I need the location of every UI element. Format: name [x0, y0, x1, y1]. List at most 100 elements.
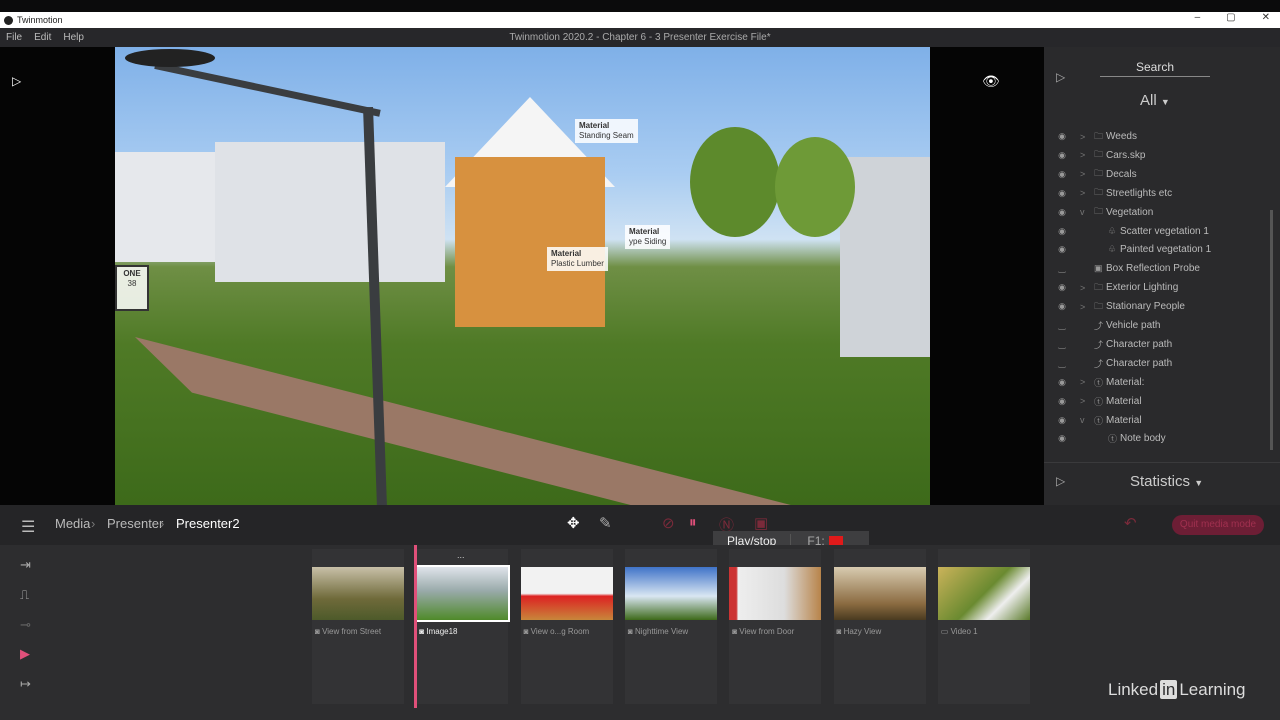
expand-chevron-icon[interactable]: v	[1080, 207, 1094, 217]
presenter-icon[interactable]: ▶	[20, 646, 30, 662]
eye-icon[interactable]: ◉	[1044, 244, 1080, 255]
expand-chevron-icon[interactable]: >	[1080, 150, 1094, 160]
viewport-letterbox-left	[0, 47, 115, 505]
import-icon[interactable]: ⇥	[20, 557, 31, 573]
hamburger-menu-icon[interactable]: ☰	[21, 517, 35, 537]
eye-icon[interactable]: ◉	[1044, 396, 1080, 407]
linkedin-learning-logo: Linked in Learning	[1108, 680, 1246, 699]
eye-closed-icon[interactable]: ‿	[1044, 339, 1080, 350]
media-thumbnail[interactable]	[414, 565, 511, 622]
scrollbar[interactable]	[1270, 210, 1273, 450]
breadcrumb-presenter2[interactable]: Presenter2	[176, 516, 240, 531]
eye-icon[interactable]: ◉	[1044, 226, 1080, 237]
eye-closed-icon[interactable]: ‿	[1044, 320, 1080, 331]
search-input[interactable]: Search	[1100, 60, 1210, 77]
undo-icon[interactable]: ↶	[1124, 514, 1137, 532]
scene-item[interactable]: ◉ v 🗀 Vegetation	[1044, 203, 1264, 222]
media-thumbnail[interactable]	[312, 567, 404, 620]
eye-closed-icon[interactable]: ‿	[1044, 263, 1080, 274]
scene-item-label: Character path	[1106, 357, 1173, 369]
media-thumbnail[interactable]	[520, 567, 613, 620]
export-icon[interactable]: ↦	[20, 676, 31, 692]
close-button[interactable]: ✕	[1262, 12, 1270, 23]
eye-icon[interactable]: ◉	[1044, 282, 1080, 293]
street-sign: ONE 38	[115, 265, 149, 311]
material-annotation[interactable]: Material ype Siding	[625, 225, 671, 249]
eye-icon[interactable]: ◉	[1044, 415, 1080, 426]
material-annotation[interactable]: Material Plastic Lumber	[547, 247, 608, 271]
scene-item[interactable]: ◉ > 🗀 Weeds	[1044, 127, 1264, 146]
folder-icon: 🗀	[1094, 187, 1104, 198]
expand-chevron-icon[interactable]: >	[1080, 396, 1094, 406]
expand-chevron-icon[interactable]: >	[1080, 302, 1094, 312]
edit-pencil-icon[interactable]: ✎	[599, 514, 612, 532]
scene-item[interactable]: ◉ > ⓣ Material	[1044, 392, 1264, 411]
scene-item-label: Material	[1106, 414, 1142, 426]
media-label: Hazy View	[843, 627, 882, 636]
scene-item[interactable]: ◉ > 🗀 Cars.skp	[1044, 146, 1264, 165]
minimize-button[interactable]: –	[1195, 12, 1201, 23]
scene-item-label: Stationary People	[1106, 301, 1185, 313]
scene-item[interactable]: ◉ ⓣ Note body	[1044, 429, 1264, 448]
eye-icon[interactable]: ◉	[1044, 169, 1080, 180]
scene-item[interactable]: ‿ ⤴ Character path	[1044, 354, 1264, 373]
expand-chevron-icon[interactable]: v	[1080, 415, 1094, 425]
scene-item[interactable]: ◉ v ⓣ Material	[1044, 411, 1264, 430]
media-label: View from Door	[739, 627, 795, 636]
eye-icon[interactable]: ◉	[1044, 377, 1080, 388]
expand-chevron-icon[interactable]: >	[1080, 188, 1094, 198]
scene-item[interactable]: ‿ ⤴ Character path	[1044, 335, 1264, 354]
breadcrumb-presenter[interactable]: Presenter	[107, 516, 163, 531]
scene-item-label: Scatter vegetation 1	[1120, 225, 1209, 237]
scene-item-label: Decals	[1106, 168, 1137, 180]
scene-item[interactable]: ‿ ▣ Box Reflection Probe	[1044, 259, 1264, 278]
visibility-eye-icon[interactable]: 👁	[982, 73, 1000, 90]
filter-dropdown[interactable]: All ▼	[1140, 92, 1170, 109]
folder-icon: 🗀	[1094, 300, 1104, 311]
scene-item[interactable]: ◉ ♧ Painted vegetation 1	[1044, 240, 1264, 259]
scene-item[interactable]: ◉ > 🗀 Decals	[1044, 165, 1264, 184]
scene-item[interactable]: ◉ > 🗀 Streetlights etc	[1044, 184, 1264, 203]
eye-closed-icon[interactable]: ‿	[1044, 358, 1080, 369]
scene-item-label: Weeds	[1106, 131, 1137, 142]
breadcrumb-media[interactable]: Media	[55, 516, 90, 531]
expand-chevron-icon[interactable]: >	[1080, 169, 1094, 179]
quit-media-mode-button[interactable]: Quit media mode	[1172, 515, 1264, 535]
collapse-panel-icon[interactable]: ▷	[1056, 70, 1065, 84]
scene-item[interactable]: ◉ > 🗀 Exterior Lighting	[1044, 278, 1264, 297]
statistics-dropdown[interactable]: Statistics ▼	[1130, 473, 1203, 490]
media-thumbnail[interactable]	[729, 567, 822, 620]
eye-icon[interactable]: ◉	[1044, 207, 1080, 218]
media-thumbnail[interactable]	[624, 567, 717, 620]
move-icon[interactable]: ✥	[567, 514, 580, 532]
expand-statistics-icon[interactable]: ▷	[1056, 474, 1065, 488]
expand-chevron-icon[interactable]: >	[1080, 132, 1094, 142]
chevron-down-icon: ▼	[1160, 97, 1170, 107]
folder-icon: 🗀	[1094, 281, 1104, 292]
timeline-icon[interactable]: ⊸	[20, 617, 31, 633]
previous-icon[interactable]: ⊘	[662, 514, 675, 532]
maximize-button[interactable]: ▢	[1226, 12, 1235, 23]
scene-item[interactable]: ‿ ⤴ Vehicle path	[1044, 316, 1264, 335]
scene-item[interactable]: ◉ ♧ Scatter vegetation 1	[1044, 222, 1264, 241]
eye-icon[interactable]: ◉	[1044, 301, 1080, 312]
play-stop-icon[interactable]: ⏸	[689, 514, 697, 531]
material-annotation[interactable]: Material Standing Seam	[575, 119, 638, 143]
3d-viewport[interactable]: Material Standing Seam Material Plastic Lu…	[115, 47, 930, 505]
eye-icon[interactable]: ◉	[1044, 131, 1080, 142]
expand-left-panel-icon[interactable]: ▷	[12, 74, 21, 88]
more-options-icon[interactable]: ...	[457, 550, 465, 560]
export-icon[interactable]: ▣	[754, 514, 768, 532]
eye-icon[interactable]: ◉	[1044, 188, 1080, 199]
path-icon[interactable]: ⎍	[20, 587, 29, 603]
expand-chevron-icon[interactable]: >	[1080, 377, 1094, 387]
media-thumbnail[interactable]	[937, 567, 1030, 620]
expand-chevron-icon[interactable]: >	[1080, 283, 1094, 293]
media-thumbnail[interactable]	[833, 567, 926, 620]
scene-item[interactable]: ◉ > ⓣ Material:	[1044, 373, 1264, 392]
eye-icon[interactable]: ◉	[1044, 150, 1080, 161]
timeline-playhead[interactable]	[414, 545, 417, 708]
eye-icon[interactable]: ◉	[1044, 433, 1080, 444]
media-label: Video 1	[950, 627, 978, 636]
scene-item[interactable]: ◉ > 🗀 Stationary People	[1044, 297, 1264, 316]
